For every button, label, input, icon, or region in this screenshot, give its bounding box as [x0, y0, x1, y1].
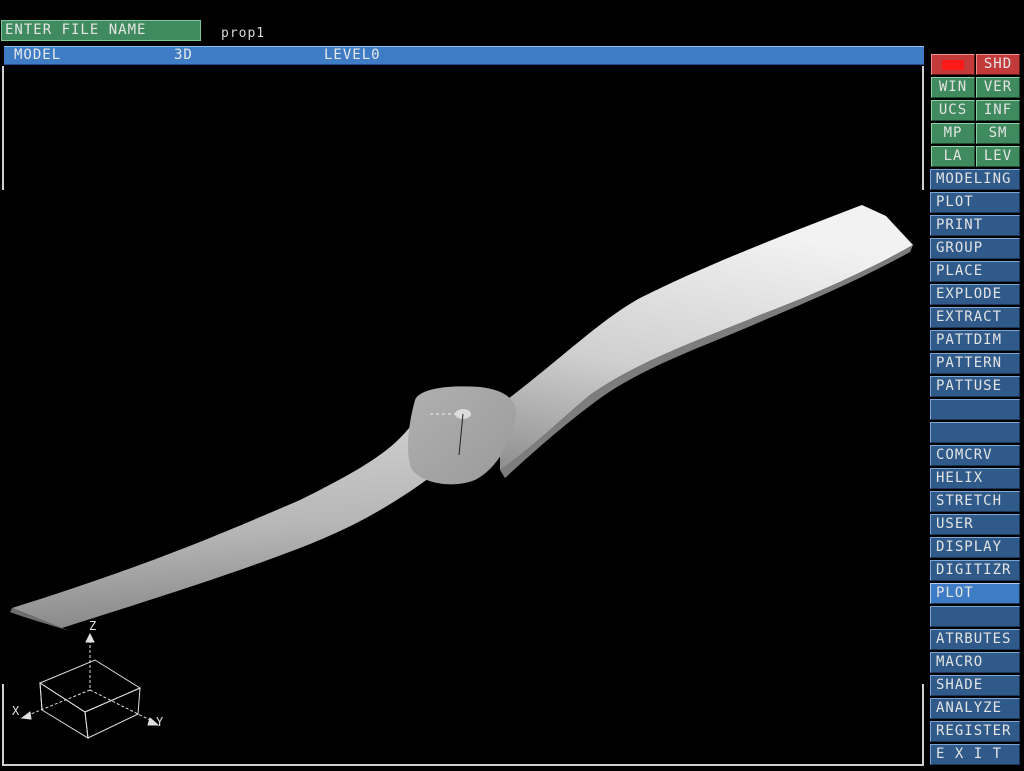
- menu-item-plot[interactable]: PLOT: [930, 583, 1020, 604]
- menu-item-atrbutes[interactable]: ATRBUTES: [930, 629, 1020, 650]
- menu-item-plot[interactable]: PLOT: [930, 192, 1020, 213]
- file-name-prompt[interactable]: ENTER FILE NAME: [1, 20, 201, 41]
- menu-blank-button[interactable]: [930, 606, 1020, 627]
- axis-label-x: X: [12, 704, 20, 718]
- toggle-shd-button[interactable]: SHD: [976, 54, 1020, 75]
- menu-item-group[interactable]: GROUP: [930, 238, 1020, 259]
- menu-item-display[interactable]: DISPLAY: [930, 537, 1020, 558]
- toggle-la-button[interactable]: LA: [931, 146, 975, 167]
- toggle-win-button[interactable]: WIN: [931, 77, 975, 98]
- toggle-sm-button[interactable]: SM: [976, 123, 1020, 144]
- toggle-ver-button[interactable]: VER: [976, 77, 1020, 98]
- color-swatch-icon: [942, 60, 964, 70]
- menu-item-shade[interactable]: SHADE: [930, 675, 1020, 696]
- menu-item-extract[interactable]: EXTRACT: [930, 307, 1020, 328]
- menu-item-exit[interactable]: E X I T: [930, 744, 1020, 765]
- menu-item-place[interactable]: PLACE: [930, 261, 1020, 282]
- model-viewport[interactable]: Z X Y: [0, 44, 928, 768]
- axis-label-z: Z: [89, 619, 96, 633]
- menu-item-digitizr[interactable]: DIGITIZR: [930, 560, 1020, 581]
- toggle-ucs-button[interactable]: UCS: [931, 100, 975, 121]
- menu-item-helix[interactable]: HELIX: [930, 468, 1020, 489]
- menu-item-stretch[interactable]: STRETCH: [930, 491, 1020, 512]
- file-name-input[interactable]: prop1: [221, 26, 265, 41]
- menu-item-user[interactable]: USER: [930, 514, 1020, 535]
- menu-item-modeling[interactable]: MODELING: [930, 169, 1020, 190]
- propeller-model[interactable]: [10, 205, 913, 631]
- menu-item-print[interactable]: PRINT: [930, 215, 1020, 236]
- menu-item-explode[interactable]: EXPLODE: [930, 284, 1020, 305]
- color-swatch-button[interactable]: [931, 54, 975, 75]
- axis-triad: [20, 632, 160, 739]
- menu-item-register[interactable]: REGISTER: [930, 721, 1020, 742]
- menu-blank-button[interactable]: [930, 422, 1020, 443]
- menu-item-pattern[interactable]: PATTERN: [930, 353, 1020, 374]
- menu-item-pattuse[interactable]: PATTUSE: [930, 376, 1020, 397]
- axis-label-y: Y: [156, 715, 164, 729]
- menu-item-comcrv[interactable]: COMCRV: [930, 445, 1020, 466]
- toggle-inf-button[interactable]: INF: [976, 100, 1020, 121]
- menu-item-macro[interactable]: MACRO: [930, 652, 1020, 673]
- menu-item-analyze[interactable]: ANALYZE: [930, 698, 1020, 719]
- toggle-lev-button[interactable]: LEV: [976, 146, 1020, 167]
- menu-item-pattdim[interactable]: PATTDIM: [930, 330, 1020, 351]
- toggle-mp-button[interactable]: MP: [931, 123, 975, 144]
- menu-blank-button[interactable]: [930, 399, 1020, 420]
